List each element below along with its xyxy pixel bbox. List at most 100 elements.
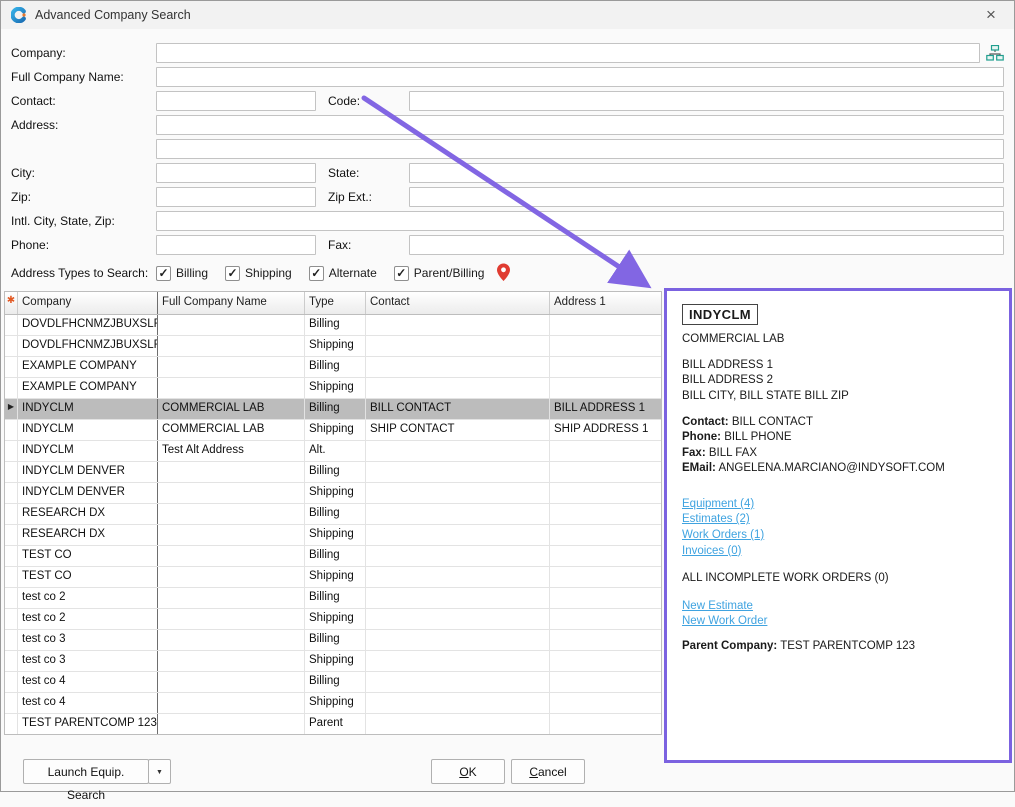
- map-pin-icon[interactable]: [496, 263, 511, 282]
- checkbox-billing[interactable]: ✓ Billing: [156, 266, 208, 281]
- close-icon[interactable]: ×: [974, 1, 1008, 29]
- grid-cell: [158, 693, 305, 713]
- grid-cell: [366, 336, 550, 356]
- city-label: City:: [11, 163, 35, 183]
- column-header-company[interactable]: Company: [18, 292, 158, 314]
- zip-ext-label: Zip Ext.:: [328, 187, 372, 207]
- grid-cell: EXAMPLE COMPANY: [18, 357, 158, 377]
- company-hierarchy-lookup-icon[interactable]: [986, 45, 1004, 64]
- grid-cell: [366, 588, 550, 608]
- grid-cell: RESEARCH DX: [18, 525, 158, 545]
- grid-cell: Billing: [305, 504, 366, 524]
- checkbox-label: Billing: [176, 266, 208, 280]
- table-row[interactable]: test co 4Shipping: [5, 693, 661, 714]
- link-estimates-2[interactable]: Estimates (2): [682, 513, 750, 527]
- table-row[interactable]: test co 3Billing: [5, 630, 661, 651]
- checkbox-label: Shipping: [245, 266, 292, 280]
- table-row[interactable]: RESEARCH DXBilling: [5, 504, 661, 525]
- fax-label: Fax:: [328, 235, 351, 255]
- row-marker: [5, 483, 18, 503]
- checkbox-parent-billing[interactable]: ✓Parent/Billing: [394, 266, 485, 281]
- table-row[interactable]: test co 3Shipping: [5, 651, 661, 672]
- checkbox-box[interactable]: ✓: [156, 266, 171, 281]
- phone-input[interactable]: [156, 235, 316, 255]
- table-row[interactable]: INDYCLMCOMMERCIAL LABShippingSHIP CONTAC…: [5, 420, 661, 441]
- link-new-estimate[interactable]: New Estimate: [682, 600, 753, 614]
- grid-cell: test co 4: [18, 672, 158, 692]
- row-marker: [5, 378, 18, 398]
- column-header-full-company-name[interactable]: Full Company Name: [158, 292, 305, 314]
- cancel-button[interactable]: Cancel: [511, 759, 585, 784]
- link-work-orders-1[interactable]: Work Orders (1): [682, 529, 764, 543]
- grid-cell: [158, 315, 305, 335]
- grid-cell: [158, 651, 305, 671]
- grid-cell: [550, 483, 661, 503]
- table-row[interactable]: test co 2Shipping: [5, 609, 661, 630]
- ok-button[interactable]: OK: [431, 759, 505, 784]
- table-row[interactable]: DOVDLFHCNMZJBUXSLFCBilling: [5, 315, 661, 336]
- table-row[interactable]: INDYCLMTest Alt AddressAlt.: [5, 441, 661, 462]
- company-results-grid: ✱ Company Full Company Name Type Contact…: [4, 291, 662, 735]
- table-row[interactable]: INDYCLM DENVERShipping: [5, 483, 661, 504]
- grid-cell: test co 4: [18, 693, 158, 713]
- address-label: Address:: [11, 115, 58, 135]
- zip-ext-input[interactable]: [409, 187, 1004, 207]
- checkbox-shipping[interactable]: ✓ Shipping: [225, 266, 292, 281]
- launch-dropdown-arrow-icon[interactable]: ▼: [148, 759, 171, 784]
- table-row[interactable]: TEST PARENTCOMP 123Parent: [5, 714, 661, 735]
- grid-cell: [158, 504, 305, 524]
- grid-cell: Billing: [305, 630, 366, 650]
- link-new-work-order[interactable]: New Work Order: [682, 615, 767, 629]
- detail-phone-row: Phone: BILL PHONE: [682, 431, 994, 445]
- full-company-name-label: Full Company Name:: [11, 67, 124, 87]
- table-row[interactable]: TEST COShipping: [5, 567, 661, 588]
- zip-input[interactable]: [156, 187, 316, 207]
- detail-contact-row: Contact: BILL CONTACT: [682, 416, 994, 430]
- grid-cell: [158, 588, 305, 608]
- column-header-type[interactable]: Type: [305, 292, 366, 314]
- grid-cell: INDYCLM: [18, 441, 158, 461]
- table-row[interactable]: TEST COBilling: [5, 546, 661, 567]
- grid-cell: COMMERCIAL LAB: [158, 399, 305, 419]
- code-input[interactable]: [409, 91, 1004, 111]
- table-row[interactable]: EXAMPLE COMPANYBilling: [5, 357, 661, 378]
- table-row[interactable]: test co 2Billing: [5, 588, 661, 609]
- checkbox-alternate[interactable]: ✓Alternate: [309, 266, 377, 281]
- table-row[interactable]: DOVDLFHCNMZJBUXSLFCShipping: [5, 336, 661, 357]
- checkbox-box[interactable]: ✓: [309, 266, 324, 281]
- grid-cell: [550, 630, 661, 650]
- city-input[interactable]: [156, 163, 316, 183]
- contact-input[interactable]: [156, 91, 316, 111]
- grid-cell: [550, 651, 661, 671]
- table-row[interactable]: RESEARCH DXShipping: [5, 525, 661, 546]
- company-input[interactable]: [156, 43, 980, 63]
- table-row[interactable]: test co 4Billing: [5, 672, 661, 693]
- intl-input[interactable]: [156, 211, 1004, 231]
- column-header-address-1[interactable]: Address 1: [550, 292, 661, 314]
- address-input-2[interactable]: [156, 139, 1004, 159]
- full-company-name-input[interactable]: [156, 67, 1004, 87]
- launch-equip-search-button[interactable]: Launch Equip. Search: [23, 759, 149, 784]
- grid-cell: [158, 483, 305, 503]
- parent-company-value: TEST PARENTCOMP 123: [780, 640, 915, 652]
- record-links: Equipment (4)Estimates (2) Work Orders (1…: [682, 498, 994, 558]
- detail-phone-label: Phone:: [682, 431, 721, 443]
- grid-cell: Shipping: [305, 651, 366, 671]
- link-equipment-4[interactable]: Equipment (4): [682, 498, 754, 512]
- state-input[interactable]: [409, 163, 1004, 183]
- address-types-label: Address Types to Search:: [11, 263, 148, 283]
- grid-cell: INDYCLM: [18, 420, 158, 440]
- checkbox-box[interactable]: ✓: [225, 266, 240, 281]
- grid-cell: [158, 462, 305, 482]
- grid-cell: [366, 651, 550, 671]
- detail-email-value: ANGELENA.MARCIANO@INDYSOFT.COM: [718, 462, 944, 474]
- address-input-1[interactable]: [156, 115, 1004, 135]
- table-row[interactable]: ▶INDYCLMCOMMERCIAL LABBillingBILL CONTAC…: [5, 399, 661, 420]
- row-marker: [5, 693, 18, 713]
- link-invoices-0[interactable]: Invoices (0): [682, 545, 741, 559]
- table-row[interactable]: EXAMPLE COMPANYShipping: [5, 378, 661, 399]
- table-row[interactable]: INDYCLM DENVERBilling: [5, 462, 661, 483]
- fax-input[interactable]: [409, 235, 1004, 255]
- checkbox-box[interactable]: ✓: [394, 266, 409, 281]
- column-header-contact[interactable]: Contact: [366, 292, 550, 314]
